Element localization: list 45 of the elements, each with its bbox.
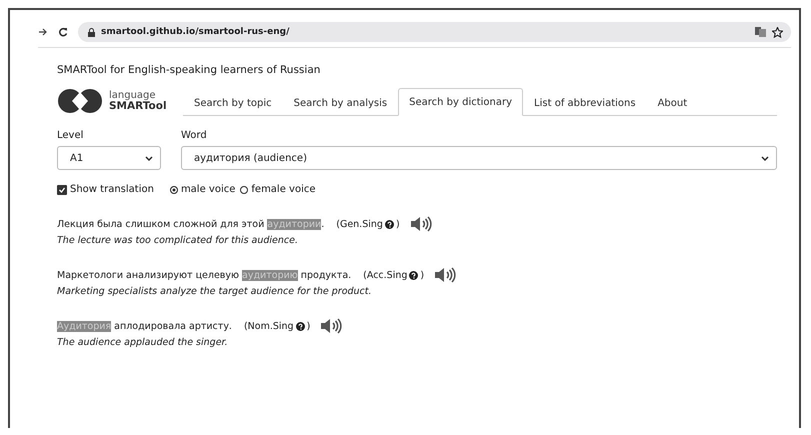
speaker-icon[interactable]	[434, 267, 456, 283]
example-sentence: Аудитория аплодировала артисту.	[57, 320, 232, 332]
grammar-tag: (Acc.Sing	[363, 270, 408, 280]
radio-label: male voice	[180, 184, 236, 195]
grammar-tag-close: )	[306, 320, 310, 332]
chevron-icon	[145, 156, 153, 160]
example-sentence: Маркетологи анализируют целевую аудиторию продукта.	[57, 270, 352, 280]
grammar-tag: (Gen.Sing	[336, 218, 383, 230]
reload-icon[interactable]	[58, 27, 68, 37]
speaker-icon[interactable]	[410, 216, 432, 232]
help-icon[interactable]	[409, 270, 418, 280]
radio-label: female voice	[251, 184, 316, 195]
example-sentence: Лекция была слишком сложной для этой аудитории.	[57, 218, 324, 230]
checkbox-label: Show translation	[70, 184, 154, 195]
star-icon[interactable]	[772, 26, 783, 38]
grammar-tag-close: )	[396, 218, 400, 230]
example-translation: The lecture was too complicated for this audience.	[57, 235, 300, 246]
checkbox[interactable]	[57, 184, 67, 194]
level-label: Level	[57, 130, 84, 141]
example-translation: Marketing specialists analyze the target audience for the product.	[57, 286, 373, 297]
help-icon[interactable]	[384, 220, 394, 228]
address-bar[interactable]: smartool.github.io/smartool-rus-eng/	[78, 22, 791, 42]
word-label: Word	[181, 130, 208, 141]
logo-name: SMARTool	[109, 100, 167, 112]
speaker-icon[interactable]	[320, 318, 342, 334]
logo-text: language	[109, 90, 157, 101]
url-text: smartool.github.io/smartool-rus-eng/	[101, 27, 290, 37]
nav-tab[interactable]: Search by topic	[183, 88, 283, 116]
help-icon[interactable]	[296, 322, 305, 330]
word-select[interactable]: аудитория (audience)	[181, 146, 777, 170]
level-select[interactable]: A1	[57, 146, 161, 170]
lock-icon	[88, 28, 95, 36]
forward-icon[interactable]	[38, 27, 48, 37]
chevron-icon	[761, 156, 769, 160]
nav-tab[interactable]: Search by analysis	[282, 88, 398, 116]
nav-tab[interactable]: Search by dictionary	[398, 88, 524, 116]
logo-icon	[57, 88, 103, 114]
nav-tab[interactable]: List of abbreviations	[523, 88, 647, 116]
radio-button[interactable]	[170, 186, 178, 194]
nav-tab[interactable]: About	[646, 88, 698, 116]
example-translation: The audience applauded the singer.	[57, 337, 229, 348]
grammar-tag-close: )	[420, 270, 424, 280]
radio-button[interactable]	[240, 186, 248, 194]
grammar-tag: (Nom.Sing	[244, 320, 294, 332]
site-heading: SMARTool for English-speaking learners of Russian	[57, 64, 322, 76]
